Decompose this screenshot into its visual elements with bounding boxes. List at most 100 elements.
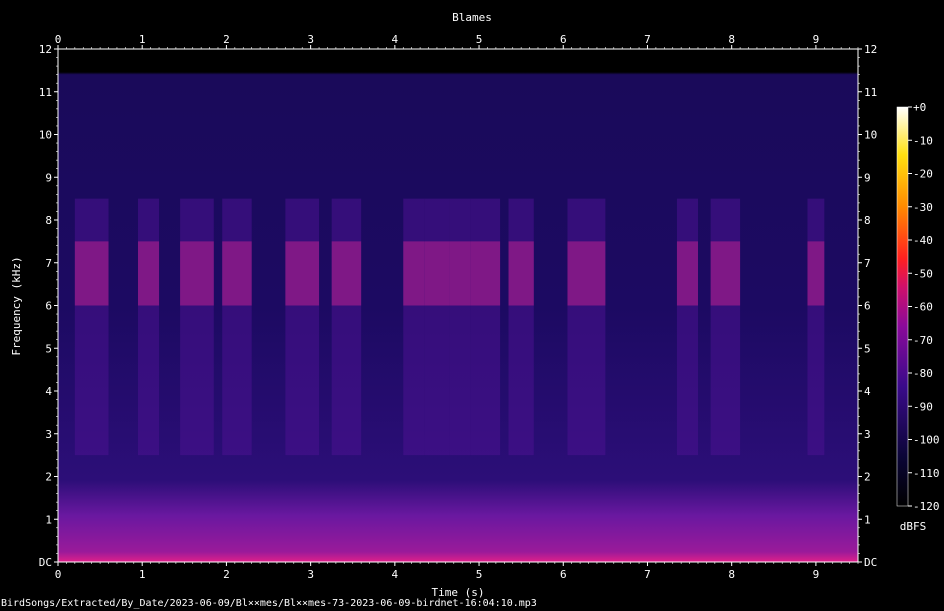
x-tick-label-bottom: 0 [55, 568, 62, 581]
burst-strong-band [807, 241, 825, 306]
y-tick-label-right: 9 [864, 171, 871, 184]
y-tick-label-left: 4 [45, 385, 52, 398]
burst-strong-band [449, 241, 471, 306]
y-tick-label-right: 6 [864, 300, 871, 313]
colorbar [896, 106, 909, 507]
burst-strong-band [138, 241, 160, 306]
x-tick-label-bottom: 5 [476, 568, 483, 581]
burst-strong-band [285, 241, 320, 306]
y-axis-left: DC123456789101112 [39, 43, 58, 569]
colorbar-tick-label: -80 [913, 367, 933, 380]
x-tick-label-top: 0 [55, 33, 62, 46]
burst-band [508, 198, 534, 456]
y-tick-label-right: 10 [864, 129, 877, 142]
x-tick-label-bottom: 4 [392, 568, 399, 581]
x-tick-label-top: 4 [392, 33, 399, 46]
colorbar-tick-label: -30 [913, 201, 933, 214]
y-tick-label-right: 4 [864, 385, 871, 398]
y-axis-right: DC123456789101112 [858, 43, 877, 569]
colorbar-tick-label: -70 [913, 334, 933, 347]
x-tick-label-bottom: 2 [223, 568, 230, 581]
burst-strong-band [331, 241, 362, 306]
x-tick-label-bottom: 3 [307, 568, 314, 581]
y-tick-label-left: DC [39, 556, 52, 569]
colorbar-tick-label: -10 [913, 134, 933, 147]
y-tick-label-left: 6 [45, 300, 52, 313]
y-tick-label-left: 9 [45, 171, 52, 184]
x-tick-label-top: 5 [476, 33, 483, 46]
x-tick-label-bottom: 6 [560, 568, 567, 581]
burst-strong-band [508, 241, 534, 306]
y-tick-label-left: 1 [45, 513, 52, 526]
burst-strong-band [74, 241, 109, 306]
burst-band [710, 198, 741, 456]
burst-band [180, 198, 214, 456]
burst-strong-band [424, 241, 450, 306]
burst-band [222, 198, 252, 456]
burst-strong-band [222, 241, 252, 306]
burst-band [567, 198, 606, 456]
burst-band [424, 198, 450, 456]
y-tick-label-right: 7 [864, 257, 871, 270]
colorbar-tick-label: -60 [913, 301, 933, 314]
x-tick-label-bottom: 7 [644, 568, 651, 581]
y-tick-label-right: 3 [864, 428, 871, 441]
burst-band [74, 198, 109, 456]
x-axis-top: 0 1 2 3 4 5 6 7 8 9 [55, 33, 859, 49]
colorbar-tick-label: +0 [913, 101, 926, 114]
x-tick-label-top: 2 [223, 33, 230, 46]
burst-band [807, 198, 825, 456]
chart-title: Blames [452, 11, 492, 24]
burst-strong-band [567, 241, 606, 306]
colorbar-tick-label: -20 [913, 168, 933, 181]
x-tick-label-top: 3 [307, 33, 314, 46]
colorbar-ticks: +0 -10 -20 -30 -40 -50 -60 -70 -80 -90 -100 -110 -12… [908, 101, 940, 513]
burst-strong-band [710, 241, 741, 306]
y-tick-label-left: 3 [45, 428, 52, 441]
colorbar-tick-label: -50 [913, 267, 933, 280]
colorbar-unit: dBFS [900, 520, 927, 533]
y-tick-label-left: 10 [39, 129, 52, 142]
y-tick-label-left: 11 [39, 86, 52, 99]
y-tick-label-right: 8 [864, 214, 871, 227]
spectrogram-chart: Blames 0123456789 0123456789 DC123456789… [10, 11, 940, 599]
y-tick-label-right: 2 [864, 471, 871, 484]
y-tick-label-right: 11 [864, 86, 877, 99]
burst-strong-band [470, 241, 501, 306]
burst-band [470, 198, 501, 456]
spectrogram-plot [58, 49, 858, 562]
burst-band [331, 198, 362, 456]
y-tick-label-left: 12 [39, 43, 52, 56]
y-tick-label-right: 12 [864, 43, 877, 56]
burst-band [138, 198, 160, 456]
x-tick-label-top: 7 [644, 33, 651, 46]
burst-strong-band [180, 241, 214, 306]
y-tick-label-left: 7 [45, 257, 52, 270]
x-tick-label-top: 6 [560, 33, 567, 46]
x-tick-label-bottom: 9 [813, 568, 820, 581]
file-path-caption: BirdSongs/Extracted/By_Date/2023-06-09/B… [1, 598, 537, 609]
burst-strong-band [403, 241, 425, 306]
x-tick-label-bottom: 8 [728, 568, 735, 581]
x-tick-label-top: 8 [728, 33, 735, 46]
x-tick-label-top: 1 [139, 33, 146, 46]
y-tick-label-left: 8 [45, 214, 52, 227]
colorbar-tick-label: -100 [913, 434, 940, 447]
colorbar-tick-label: -90 [913, 400, 933, 413]
x-tick-label-top: 9 [813, 33, 820, 46]
colorbar-tick-label: -40 [913, 234, 933, 247]
x-tick-label-bottom: 1 [139, 568, 146, 581]
y-axis-label: Frequency (kHz) [10, 256, 23, 355]
y-tick-label-right: 1 [864, 513, 871, 526]
burst-band [449, 198, 471, 456]
y-tick-label-right: 5 [864, 342, 871, 355]
colorbar-tick-label: -110 [913, 467, 940, 480]
y-tick-label-left: 5 [45, 342, 52, 355]
y-tick-label-left: 2 [45, 471, 52, 484]
burst-band [676, 198, 698, 456]
burst-band [285, 198, 320, 456]
burst-band [403, 198, 425, 456]
colorbar-tick-label: -120 [913, 500, 940, 513]
y-tick-label-right: DC [864, 556, 877, 569]
burst-strong-band [676, 241, 698, 306]
